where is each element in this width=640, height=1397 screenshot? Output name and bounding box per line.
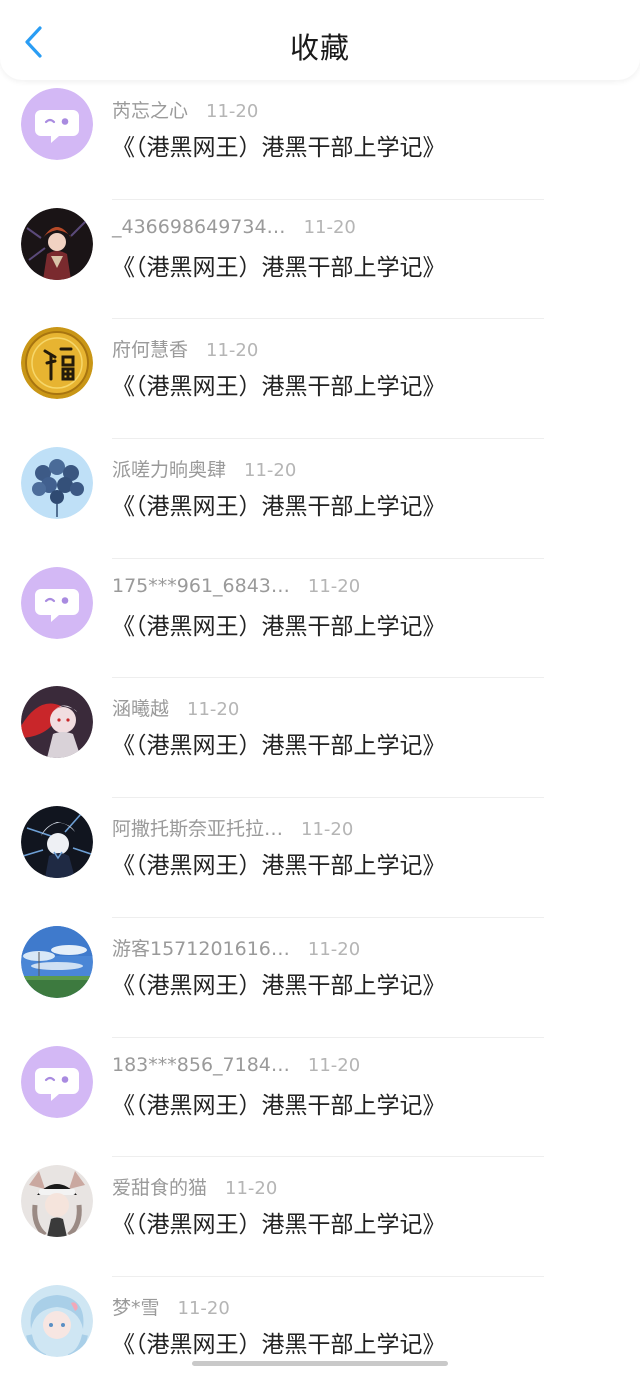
sky-landscape-avatar[interactable] — [21, 925, 93, 998]
list-item[interactable]: 梦*雪 11-20 《（港黑网王）港黑干部上学记》 — [0, 1277, 640, 1397]
anime-character-avatar[interactable] — [21, 1284, 93, 1357]
favorite-date: 11-20 — [206, 101, 259, 122]
book-title[interactable]: 《（港黑网王）港黑干部上学记》 — [112, 1205, 446, 1239]
user-name[interactable]: 爱甜食的猫 — [112, 1177, 207, 1199]
list-item[interactable]: _436698649734… 11-20 《（港黑网王）港黑干部上学记》 — [0, 200, 640, 320]
user-name-line: 芮忘之心 11-20 — [112, 96, 259, 122]
book-title[interactable]: 《（港黑网王）港黑干部上学记》 — [112, 487, 446, 521]
fu-character-avatar[interactable] — [21, 327, 93, 400]
book-title[interactable]: 《（港黑网王）港黑干部上学记》 — [112, 607, 446, 641]
user-name-line: 府何慧香 11-20 — [112, 335, 259, 362]
book-title[interactable]: 《（港黑网王）港黑干部上学记》 — [112, 966, 446, 1000]
favorite-date: 11-20 — [307, 1054, 361, 1076]
favorite-date: 11-20 — [303, 216, 356, 238]
user-name[interactable]: 派嗟力晌奥肆 — [112, 459, 226, 481]
user-name[interactable]: 183***856_7184… — [112, 1054, 290, 1076]
list-item[interactable]: 涵曦越 11-20 《（港黑网王）港黑干部上学记》 — [0, 678, 640, 799]
list-item[interactable]: 爱甜食的猫 11-20 《（港黑网王）港黑干部上学记》 — [0, 1157, 640, 1277]
book-title[interactable]: 《（港黑网王）港黑干部上学记》 — [112, 846, 446, 880]
user-name-line: 175***961_6843… 11-20 — [112, 575, 360, 599]
book-title[interactable]: 《（港黑网王）港黑干部上学记》 — [112, 248, 446, 282]
book-title[interactable]: 《（港黑网王）港黑干部上学记》 — [112, 1325, 446, 1359]
user-name[interactable]: 阿撒托斯奈亚托拉… — [112, 818, 283, 840]
favorites-list: 芮忘之心 11-20 《（港黑网王）港黑干部上学记》 _436698649734…… — [0, 80, 640, 1397]
user-name[interactable]: _436698649734… — [112, 216, 286, 238]
user-name-line: 183***856_7184… 11-20 — [112, 1054, 360, 1078]
user-name-line: 派嗟力晌奥肆 11-20 — [112, 455, 297, 482]
user-name[interactable]: 涵曦越 — [112, 698, 169, 720]
header-bar: 收藏 — [0, 0, 640, 80]
list-item[interactable]: 派嗟力晌奥肆 11-20 《（港黑网王）港黑干部上学记》 — [0, 439, 640, 559]
anime-character-avatar[interactable] — [21, 806, 93, 879]
user-name-line: 梦*雪 11-20 — [112, 1293, 230, 1319]
anime-character-avatar[interactable] — [21, 686, 93, 759]
book-title[interactable]: 《（港黑网王）港黑干部上学记》 — [112, 726, 446, 760]
default-chat-avatar[interactable] — [21, 1045, 93, 1118]
user-name[interactable]: 芮忘之心 — [112, 100, 188, 122]
book-title[interactable]: 《（港黑网王）港黑干部上学记》 — [112, 367, 446, 401]
favorite-date: 11-20 — [301, 819, 354, 841]
page-title: 收藏 — [289, 31, 350, 65]
book-title[interactable]: 《（港黑网王）港黑干部上学记》 — [112, 1086, 446, 1120]
favorite-date: 11-20 — [206, 340, 259, 362]
user-name-line: 阿撒托斯奈亚托拉… 11-20 — [112, 814, 354, 841]
default-chat-avatar[interactable] — [21, 566, 93, 639]
favorite-date: 11-20 — [187, 699, 240, 721]
list-item[interactable]: 183***856_7184… 11-20 《（港黑网王）港黑干部上学记》 — [0, 1038, 640, 1158]
book-title[interactable]: 《（港黑网王）港黑干部上学记》 — [112, 128, 446, 162]
user-name-line: 爱甜食的猫 11-20 — [112, 1173, 278, 1200]
user-name-line: _436698649734… 11-20 — [112, 216, 356, 240]
default-chat-avatar[interactable] — [21, 88, 93, 160]
favorite-date: 11-20 — [244, 460, 297, 482]
favorite-date: 11-20 — [307, 938, 361, 960]
list-item[interactable]: 府何慧香 11-20 《（港黑网王）港黑干部上学记》 — [0, 319, 640, 440]
user-name[interactable]: 175***961_6843… — [112, 575, 290, 597]
user-name[interactable]: 游客1571201616… — [112, 938, 290, 960]
home-indicator[interactable] — [192, 1361, 448, 1366]
list-item[interactable]: 芮忘之心 11-20 《（港黑网王）港黑干部上学记》 — [0, 80, 640, 200]
user-name[interactable]: 府何慧香 — [112, 339, 188, 361]
blue-balloons-avatar[interactable] — [21, 447, 93, 520]
anime-character-avatar[interactable] — [21, 207, 93, 280]
user-name[interactable]: 梦*雪 — [112, 1297, 160, 1319]
anime-character-avatar[interactable] — [21, 1165, 93, 1238]
favorite-date: 11-20 — [307, 575, 361, 597]
user-name-line: 游客1571201616… 11-20 — [112, 934, 361, 960]
list-item[interactable]: 阿撒托斯奈亚托拉… 11-20 《（港黑网王）港黑干部上学记》 — [0, 798, 640, 918]
user-name-line: 涵曦越 11-20 — [112, 694, 240, 721]
favorite-date: 11-20 — [177, 1297, 230, 1319]
favorite-date: 11-20 — [225, 1178, 278, 1200]
list-item[interactable]: 游客1571201616… 11-20 《（港黑网王）港黑干部上学记》 — [0, 918, 640, 1038]
list-item[interactable]: 175***961_6843… 11-20 《（港黑网王）港黑干部上学记》 — [0, 559, 640, 679]
